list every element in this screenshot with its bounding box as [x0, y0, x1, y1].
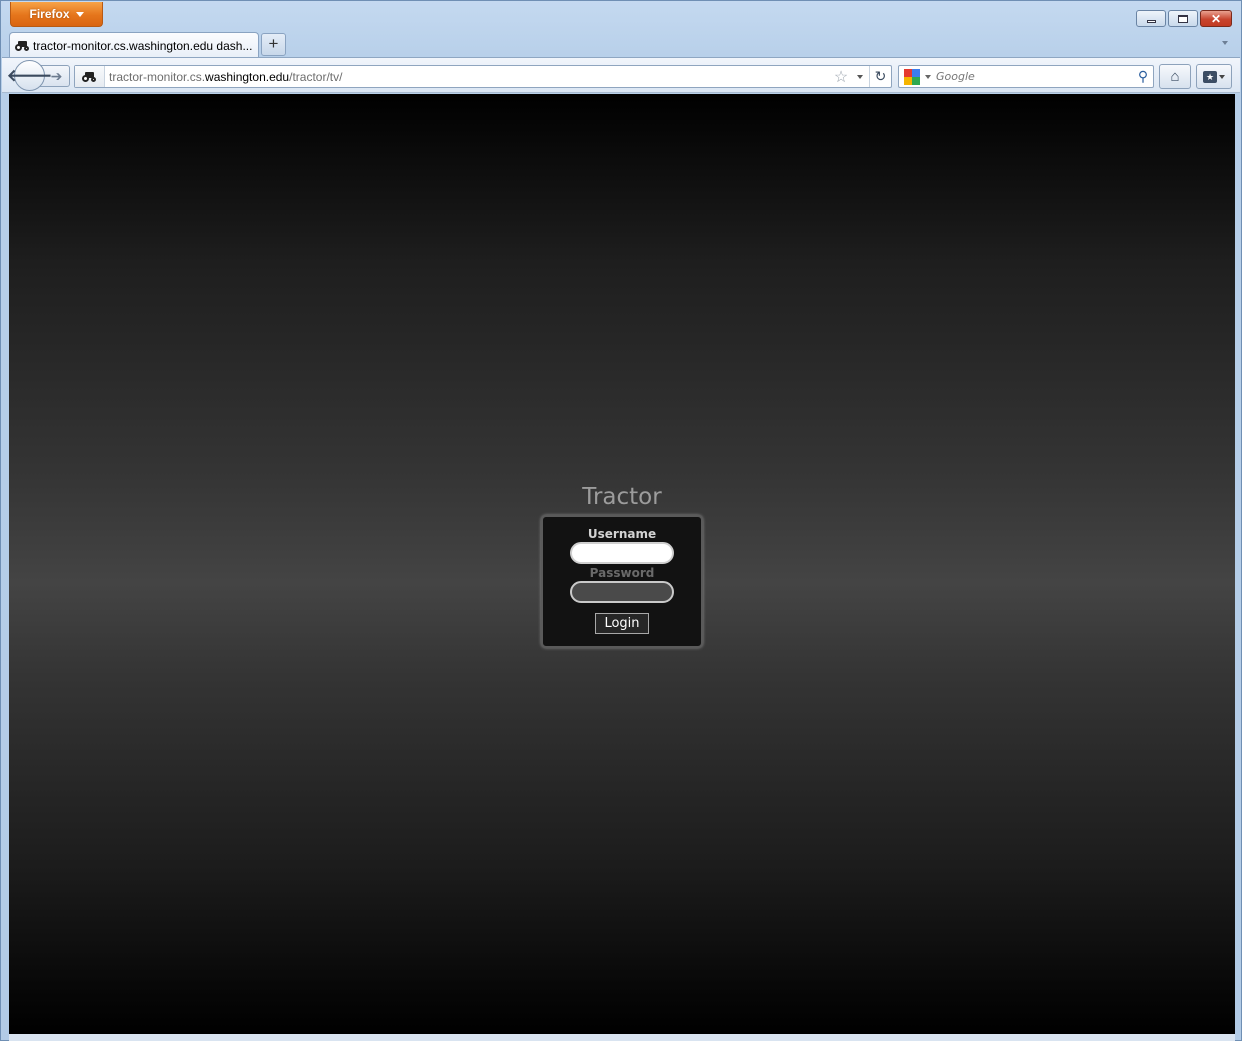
url-path: /tractor/tv/ [289, 69, 343, 84]
firefox-menu-label: Firefox [29, 7, 70, 21]
url-host: washington.edu [205, 69, 290, 84]
browser-window: Firefox ✕ tractor-monitor.cs.washington.… [0, 0, 1242, 1041]
tab-title: tractor-monitor.cs.washington.edu dash..… [33, 38, 253, 53]
tractor-favicon-icon [15, 39, 30, 52]
restore-icon [1178, 14, 1188, 23]
minimize-icon [1146, 19, 1156, 23]
navigation-toolbar: ➔ 🡐 tractor-monitor.cs.washington.edu/tr… [2, 57, 1240, 93]
window-bottom-border [9, 1034, 1235, 1041]
username-label: Username [587, 527, 657, 541]
new-tab-button[interactable]: + [261, 33, 286, 56]
search-engine-dropdown-icon[interactable] [925, 74, 931, 79]
address-bar[interactable]: tractor-monitor.cs.washington.edu/tracto… [74, 65, 892, 88]
arrow-left-icon: 🡐 [6, 65, 53, 85]
firefox-menu-button[interactable]: Firefox [10, 2, 103, 27]
page-content: Tractor Username Password Login [9, 94, 1235, 1034]
bookmarks-icon: ★ [1203, 70, 1217, 83]
maximize-button[interactable] [1168, 10, 1198, 27]
arrow-right-icon: ➔ [50, 67, 63, 84]
password-label: Password [589, 566, 655, 580]
chevron-down-icon [75, 11, 84, 17]
search-icon[interactable]: ⚲ [1133, 68, 1153, 85]
search-bar[interactable]: ⚲ [898, 65, 1154, 88]
chevron-down-icon [1219, 74, 1225, 79]
google-icon[interactable] [904, 68, 920, 85]
login-form: Username Password Login [541, 515, 703, 648]
reload-icon[interactable]: ↻ [869, 66, 891, 87]
url-text[interactable]: tractor-monitor.cs.washington.edu/tracto… [105, 70, 831, 84]
home-icon: ⌂ [1170, 68, 1180, 85]
bookmark-star-icon[interactable]: ☆ [831, 67, 851, 87]
password-field[interactable] [570, 581, 674, 603]
tractor-favicon-icon [82, 70, 97, 83]
site-identity-button[interactable] [75, 66, 105, 87]
history-dropdown-icon[interactable] [857, 74, 863, 79]
close-button[interactable]: ✕ [1200, 10, 1232, 27]
close-icon: ✕ [1210, 11, 1222, 26]
search-input[interactable] [936, 70, 1133, 83]
plus-icon: + [268, 34, 279, 53]
username-field[interactable] [570, 542, 674, 564]
bookmarks-menu-button[interactable]: ★ [1196, 64, 1232, 89]
minimize-button[interactable] [1136, 10, 1166, 27]
window-controls: ✕ [1136, 10, 1232, 27]
home-button[interactable]: ⌂ [1159, 64, 1191, 89]
login-button[interactable]: Login [595, 613, 649, 634]
tab-list-chevron-icon[interactable] [1222, 41, 1228, 45]
back-button[interactable]: 🡐 [7, 60, 52, 91]
tab-tractor-monitor[interactable]: tractor-monitor.cs.washington.edu dash..… [9, 32, 259, 58]
page-title: Tractor [582, 484, 662, 510]
url-prefix: tractor-monitor.cs. [109, 69, 206, 84]
